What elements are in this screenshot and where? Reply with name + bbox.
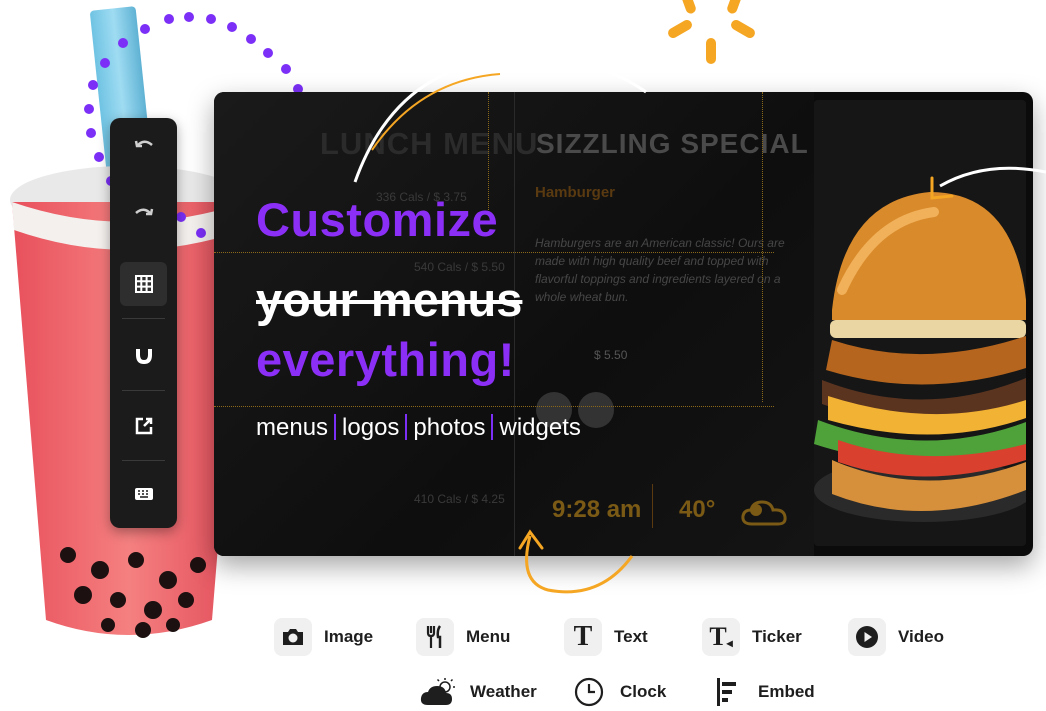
- widget-weather[interactable]: Weather: [420, 673, 537, 711]
- magnet-icon: [135, 346, 152, 365]
- ticker-icon: T ◂: [702, 618, 740, 656]
- grid-button[interactable]: [120, 262, 167, 306]
- widget-text[interactable]: T Text: [564, 618, 648, 656]
- widget-embed[interactable]: Embed: [708, 673, 815, 711]
- redo-button[interactable]: [120, 192, 167, 236]
- magnet-button[interactable]: [120, 332, 167, 376]
- widget-label: Weather: [470, 682, 537, 701]
- keyboard-button[interactable]: [120, 472, 167, 516]
- keyboard-icon: [134, 488, 153, 500]
- widget-image[interactable]: Image: [274, 618, 373, 656]
- widget-label: Image: [324, 627, 374, 646]
- weather-icon: [420, 673, 458, 711]
- play-icon: [848, 618, 886, 656]
- fork-knife-icon: [416, 618, 454, 656]
- external-link-icon: [135, 417, 152, 435]
- clock-icon: [570, 673, 608, 711]
- grid-icon: [134, 275, 153, 293]
- embed-icon: [708, 673, 746, 711]
- redo-icon: [134, 208, 153, 216]
- toolbar-divider: [122, 390, 165, 391]
- widget-label: Embed: [758, 682, 815, 701]
- widget-label: Clock: [620, 682, 667, 701]
- widget-menu[interactable]: Menu: [416, 618, 510, 656]
- text-icon: T: [564, 618, 602, 656]
- widget-label: Menu: [466, 627, 511, 646]
- widget-label: Text: [614, 627, 648, 646]
- undo-button[interactable]: [120, 124, 167, 168]
- editor-toolbar: [110, 118, 177, 528]
- toolbar-divider: [122, 460, 165, 461]
- widget-label: Ticker: [752, 627, 802, 646]
- widget-ticker[interactable]: T ◂ Ticker: [702, 618, 802, 656]
- camera-icon: [274, 618, 312, 656]
- toolbar-divider: [122, 318, 165, 319]
- undo-icon: [134, 140, 153, 148]
- widget-label: Video: [898, 627, 944, 646]
- widget-video[interactable]: Video: [848, 618, 944, 656]
- widget-clock[interactable]: Clock: [570, 673, 666, 711]
- open-external-button[interactable]: [120, 404, 167, 448]
